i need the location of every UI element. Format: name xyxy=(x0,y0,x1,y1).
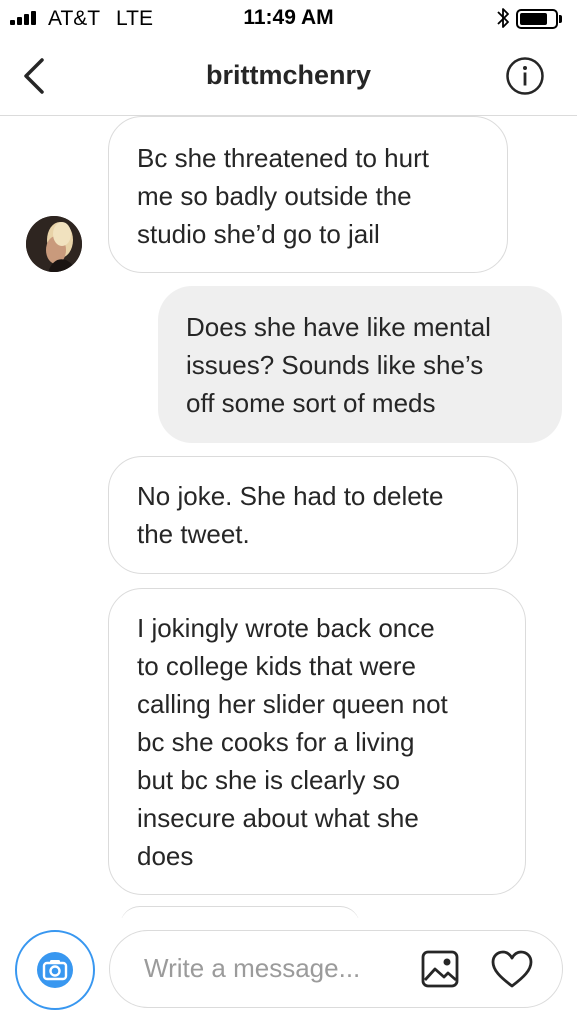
message-input-placeholder: Write a message... xyxy=(144,953,361,983)
status-time: 11:49 AM xyxy=(243,6,334,29)
conversation-header: brittmchenry xyxy=(0,38,577,116)
bluetooth-icon xyxy=(497,8,509,28)
message-input[interactable]: Write a message... xyxy=(109,930,563,1008)
heart-icon[interactable] xyxy=(490,949,534,989)
avatar-photo xyxy=(26,216,82,272)
message-bubble-incoming[interactable]: No joke. She had to delete the tweet. xyxy=(108,456,518,574)
battery-icon xyxy=(516,9,558,29)
message-bubble-incoming[interactable]: I jokingly wrote back once to college ki… xyxy=(108,588,526,895)
image-icon[interactable] xyxy=(420,949,460,989)
conversation-title[interactable]: brittmchenry xyxy=(0,60,577,91)
message-bubble-outgoing[interactable]: Does she have like mental issues? Sounds… xyxy=(158,286,562,443)
avatar[interactable] xyxy=(26,216,82,272)
camera-icon xyxy=(42,960,68,981)
camera-icon-bg xyxy=(37,952,73,988)
camera-button[interactable] xyxy=(15,930,95,1010)
message-bubble-incoming[interactable]: Bc she threatened to hurt me so badly ou… xyxy=(108,116,508,273)
status-bar: AT&T LTE 11:49 AM xyxy=(0,0,577,38)
battery-tip xyxy=(559,15,562,23)
info-icon[interactable] xyxy=(505,56,545,96)
